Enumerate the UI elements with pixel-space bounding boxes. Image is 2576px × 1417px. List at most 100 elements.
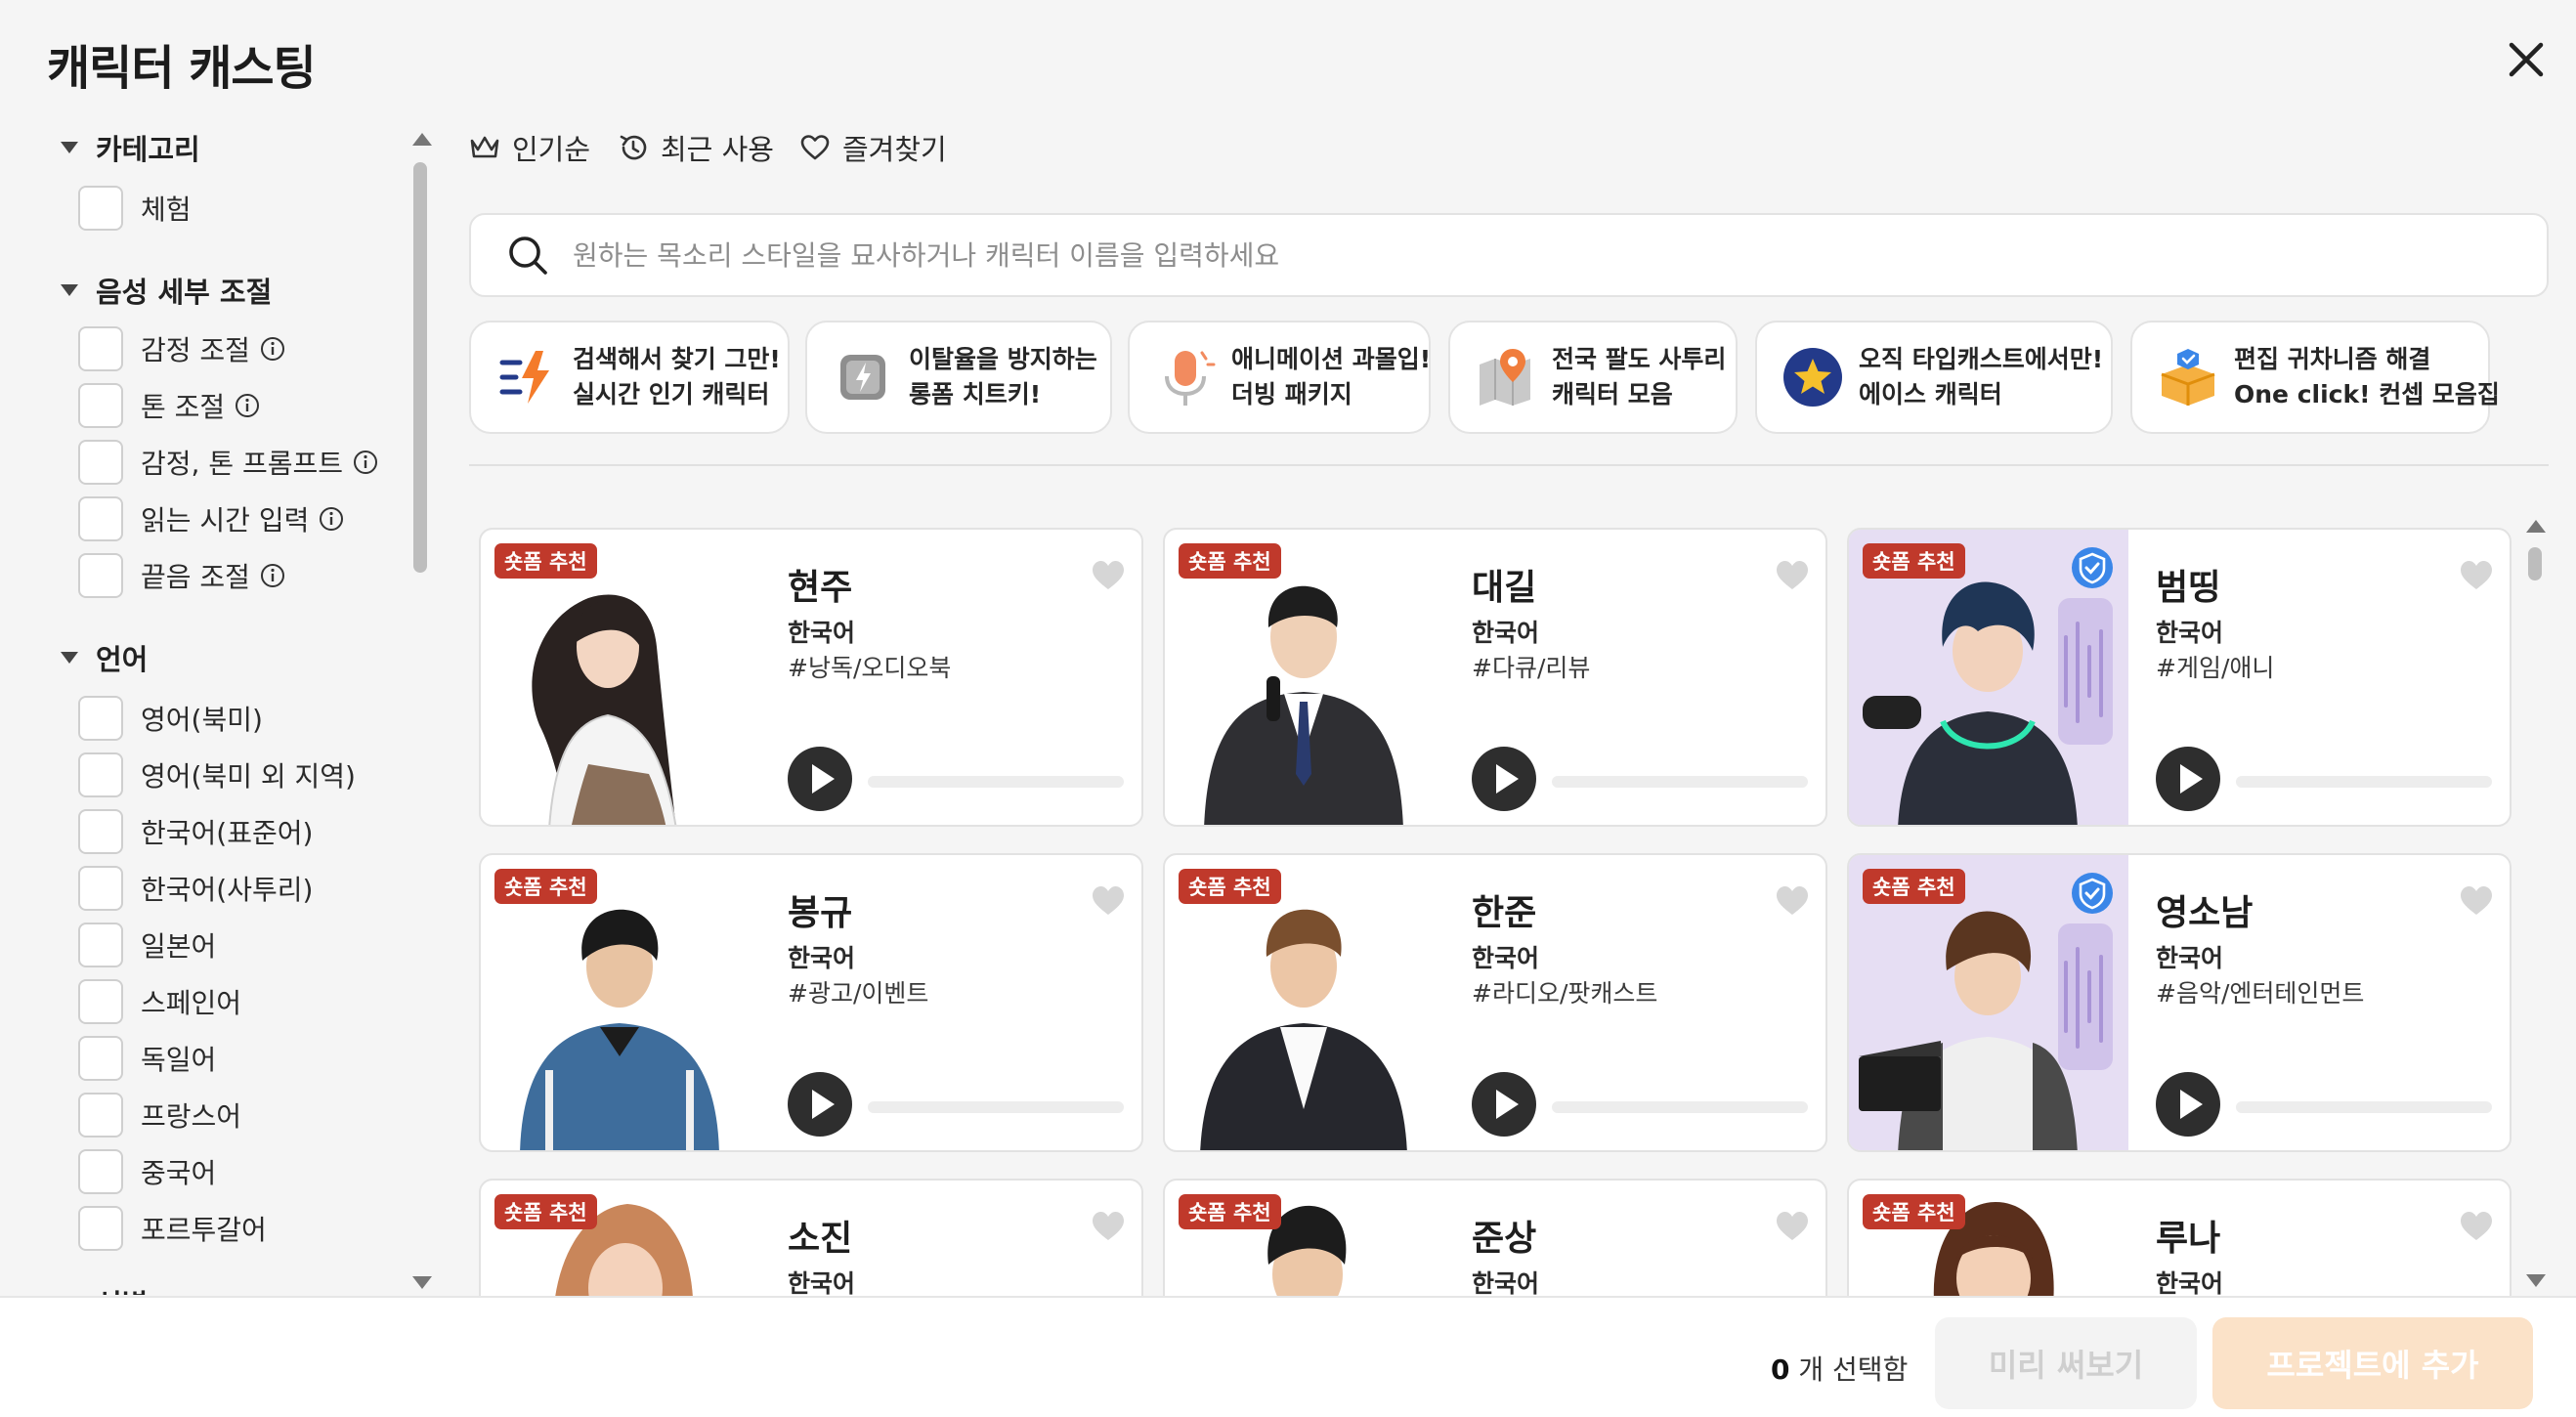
character-name: 봉규: [788, 893, 853, 933]
audio-progress-bar[interactable]: [868, 776, 1124, 788]
favorite-heart-icon[interactable]: [2459, 559, 2494, 592]
info-icon[interactable]: [260, 336, 285, 362]
checkbox[interactable]: [78, 496, 123, 541]
grid-scrollbar[interactable]: [2521, 508, 2551, 1298]
play-button[interactable]: [2156, 1072, 2220, 1137]
character-card[interactable]: 숏폼 추천 한준 한국어 #라디오/팟캐스트: [1163, 853, 1827, 1152]
chip-ace-character[interactable]: 오직 타입캐스트에서만! 에이스 캐릭터: [1755, 321, 2113, 434]
character-card[interactable]: 숏폼 추천 영소남 한국어 #음악/엔터테인먼트: [1847, 853, 2512, 1152]
tab-favorites[interactable]: 즐겨찾기: [799, 127, 947, 168]
filter-option[interactable]: 한국어(사투리): [78, 866, 313, 911]
filter-option[interactable]: 스페인어: [78, 979, 241, 1024]
audio-progress-bar[interactable]: [868, 1101, 1124, 1113]
scroll-up-arrow-icon[interactable]: [412, 133, 432, 146]
checkbox[interactable]: [78, 186, 123, 231]
play-button[interactable]: [1472, 747, 1536, 811]
filter-option[interactable]: 한국어(표준어): [78, 809, 313, 854]
favorite-heart-icon[interactable]: [2459, 884, 2494, 918]
character-language: 한국어: [788, 619, 856, 647]
filter-option[interactable]: 감정 조절: [78, 326, 285, 371]
filter-option[interactable]: 일본어: [78, 923, 216, 967]
audio-progress-bar[interactable]: [1552, 1101, 1808, 1113]
tab-recent[interactable]: 최근 사용: [618, 127, 774, 168]
play-button[interactable]: [1472, 1072, 1536, 1137]
filter-option[interactable]: 체험: [78, 186, 192, 231]
play-button[interactable]: [2156, 747, 2220, 811]
filter-option[interactable]: 독일어: [78, 1036, 216, 1081]
scroll-up-arrow-icon[interactable]: [2526, 520, 2546, 533]
info-icon[interactable]: [235, 393, 260, 418]
audio-progress-bar[interactable]: [2236, 776, 2492, 788]
tab-popular[interactable]: 인기순: [469, 127, 590, 168]
filter-option[interactable]: 끝음 조절: [78, 553, 285, 598]
filter-section-category[interactable]: 카테고리: [61, 127, 200, 168]
favorite-heart-icon[interactable]: [2459, 1210, 2494, 1243]
checkbox[interactable]: [78, 383, 123, 428]
checkbox[interactable]: [78, 326, 123, 371]
filter-option[interactable]: 톤 조절: [78, 383, 260, 428]
search-input[interactable]: [573, 238, 2429, 272]
chip-anime-dubbing[interactable]: 애니메이션 과몰입! 더빙 패키지: [1128, 321, 1431, 434]
filter-option[interactable]: 프랑스어: [78, 1093, 241, 1138]
chip-trending[interactable]: 검색해서 찾기 그만! 실시간 인기 캐릭터: [469, 321, 790, 434]
audio-progress-bar[interactable]: [1552, 776, 1808, 788]
filter-option[interactable]: 영어(북미): [78, 696, 263, 741]
filter-section-voice-detail[interactable]: 음성 세부 조절: [61, 270, 272, 311]
checkbox[interactable]: [78, 1149, 123, 1194]
search-box: [469, 213, 2549, 297]
checkbox[interactable]: [78, 752, 123, 797]
info-icon[interactable]: [319, 506, 344, 532]
character-card[interactable]: 숏폼 추천 봉규 한국어 #광고/이벤트: [479, 853, 1143, 1152]
preview-button[interactable]: 미리 써보기: [1935, 1317, 2197, 1409]
favorite-heart-icon[interactable]: [1091, 559, 1126, 592]
favorite-heart-icon[interactable]: [1775, 1210, 1810, 1243]
chip-longform[interactable]: 이탈율을 방지하는 롱폼 치트키!: [805, 321, 1112, 434]
favorite-heart-icon[interactable]: [1775, 559, 1810, 592]
scrollbar-thumb[interactable]: [413, 162, 427, 573]
favorite-heart-icon[interactable]: [1091, 884, 1126, 918]
checkbox[interactable]: [78, 979, 123, 1024]
scrollbar-thumb[interactable]: [2528, 547, 2542, 580]
checkbox[interactable]: [78, 553, 123, 598]
close-icon[interactable]: [2500, 33, 2553, 86]
filter-section-gender[interactable]: 성별: [61, 1282, 148, 1295]
scroll-down-arrow-icon[interactable]: [412, 1276, 432, 1289]
info-icon[interactable]: [353, 450, 378, 475]
favorite-heart-icon[interactable]: [1091, 1210, 1126, 1243]
add-to-project-button[interactable]: 프로젝트에 추가: [2212, 1317, 2533, 1409]
chip-dialect[interactable]: 전국 팔도 사투리 캐릭터 모음: [1448, 321, 1738, 434]
filter-option[interactable]: 포르투갈어: [78, 1206, 267, 1251]
info-icon[interactable]: [260, 563, 285, 588]
filter-option[interactable]: 중국어: [78, 1149, 216, 1194]
character-card[interactable]: 숏폼 추천 루나 한국어: [1847, 1179, 2512, 1298]
checkbox[interactable]: [78, 1036, 123, 1081]
checkbox[interactable]: [78, 1206, 123, 1251]
chip-line2: 더빙 패키지: [1231, 380, 1352, 408]
play-button[interactable]: [788, 747, 852, 811]
character-card[interactable]: 숏폼 추천 현주 한국어 #낭독/오디오북: [479, 528, 1143, 827]
history-icon: [620, 135, 647, 160]
selected-count-number: 0: [1771, 1353, 1790, 1386]
audio-progress-bar[interactable]: [2236, 1101, 2492, 1113]
checkbox[interactable]: [78, 923, 123, 967]
checkbox[interactable]: [78, 1093, 123, 1138]
filter-section-language[interactable]: 언어: [61, 637, 148, 678]
sidebar-scrollbar[interactable]: [408, 127, 438, 1295]
checkbox[interactable]: [78, 696, 123, 741]
chip-concept-collection[interactable]: 편집 귀차니즘 해결 One click! 컨셉 모음집: [2130, 321, 2500, 434]
character-card[interactable]: 숏폼 추천 소진 한국어: [479, 1179, 1143, 1298]
filter-option[interactable]: 읽는 시간 입력: [78, 496, 344, 541]
chip-line1: 편집 귀차니즘 해결: [2234, 345, 2431, 373]
checkbox[interactable]: [78, 440, 123, 485]
filter-option[interactable]: 감정, 톤 프롬프트: [78, 440, 378, 485]
favorite-heart-icon[interactable]: [1775, 884, 1810, 918]
character-card[interactable]: 숏폼 추천 범띵 한국어 #게임/애니: [1847, 528, 2512, 827]
character-card[interactable]: 숏폼 추천 준상 한국어: [1163, 1179, 1827, 1298]
play-button[interactable]: [788, 1072, 852, 1137]
character-card[interactable]: 숏폼 추천 대길 한국어 #다큐/리뷰: [1163, 528, 1827, 827]
filter-option[interactable]: 영어(북미 외 지역): [78, 752, 356, 797]
checkbox[interactable]: [78, 809, 123, 854]
scroll-down-arrow-icon[interactable]: [2526, 1274, 2546, 1287]
checkbox[interactable]: [78, 866, 123, 911]
character-language: 한국어: [1472, 1269, 1540, 1298]
